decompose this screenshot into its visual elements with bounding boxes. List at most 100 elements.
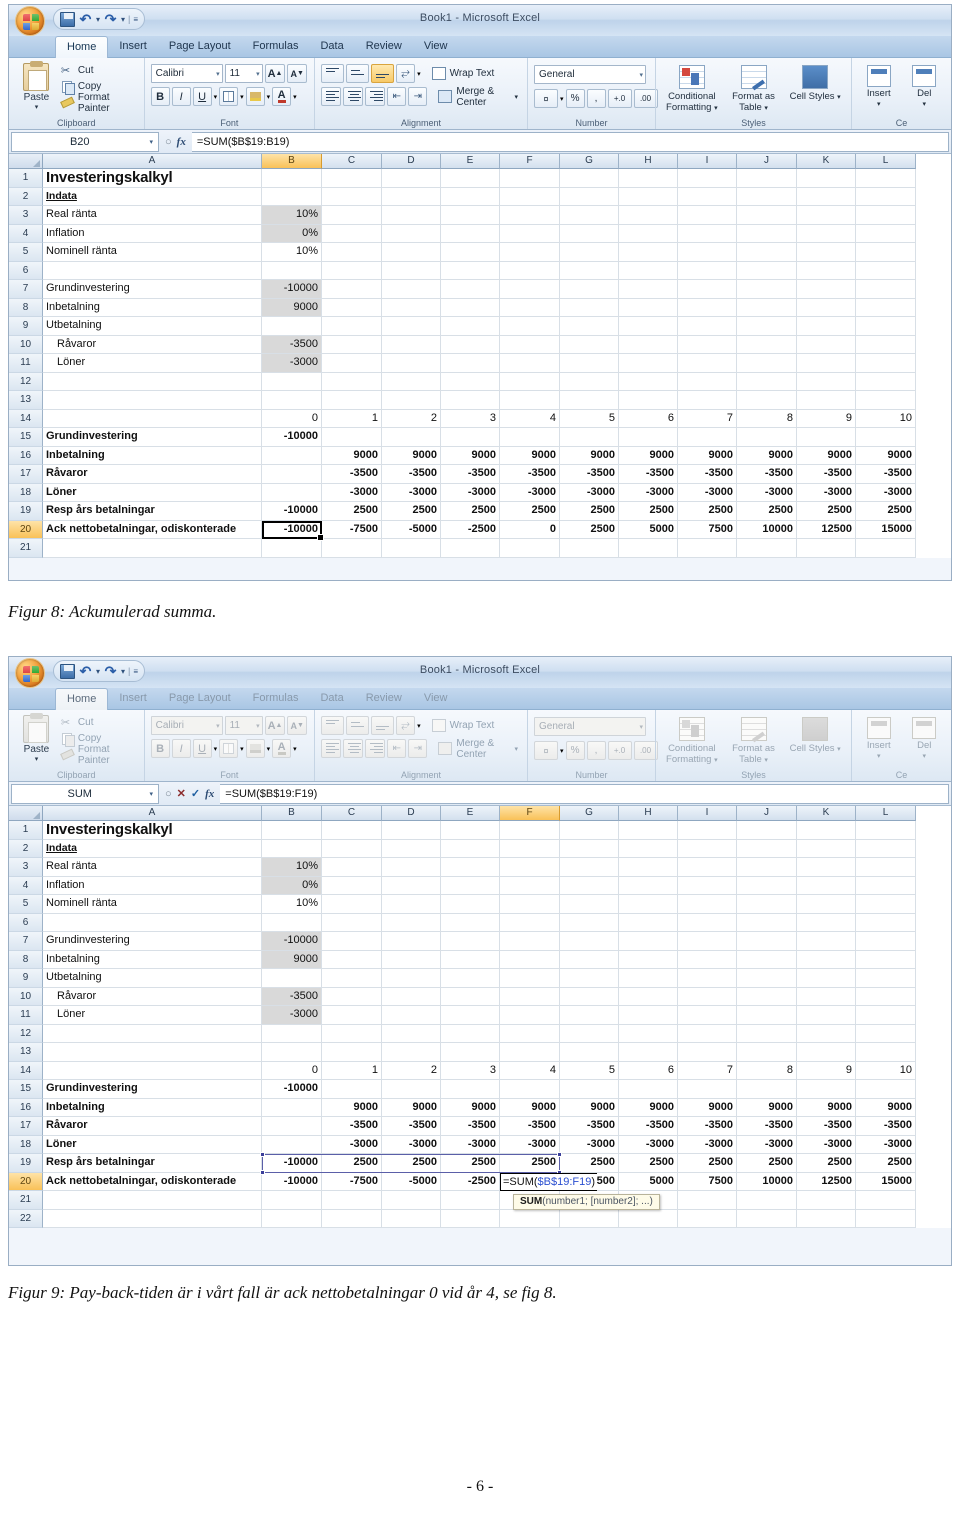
cell-empty[interactable] (500, 839, 560, 858)
cell-empty[interactable] (500, 206, 560, 225)
cell-empty[interactable] (797, 206, 856, 225)
cell-empty[interactable] (619, 950, 678, 969)
column-header-f[interactable]: F (500, 154, 560, 169)
cell-empty[interactable] (43, 1024, 262, 1043)
cell-empty[interactable] (619, 372, 678, 391)
cell-empty[interactable] (382, 372, 441, 391)
cell-empty[interactable] (500, 1043, 560, 1062)
cell-e20[interactable]: -2500 (441, 1172, 500, 1191)
row-header-15[interactable]: 15 (9, 428, 43, 447)
spreadsheet-grid-figure8[interactable]: A B C D E F G H I J K L 1 Investeringskalkyl 2 Indata 3 R… (9, 154, 951, 558)
row-header-11[interactable]: 11 (9, 354, 43, 373)
cell-empty[interactable] (856, 354, 916, 373)
row-header-17[interactable]: 17 (9, 465, 43, 484)
column-header-d[interactable]: D (382, 806, 441, 821)
row-header-3[interactable]: 3 (9, 858, 43, 877)
cell-f14[interactable]: 4 (500, 409, 560, 428)
cell-empty[interactable] (737, 428, 797, 447)
cell-empty[interactable] (797, 1191, 856, 1210)
row-header-19[interactable]: 19 (9, 1154, 43, 1173)
cell-d16[interactable]: 9000 (382, 1098, 441, 1117)
row-header-19[interactable]: 19 (9, 502, 43, 521)
cell-empty[interactable] (737, 539, 797, 558)
cell-l18[interactable]: -3000 (856, 1135, 916, 1154)
cell-empty[interactable] (560, 372, 619, 391)
cell-empty[interactable] (441, 1209, 500, 1228)
cell-empty[interactable] (500, 987, 560, 1006)
column-header-j[interactable]: J (737, 154, 797, 169)
cell-f17[interactable]: -3500 (500, 1117, 560, 1136)
chevron-down-icon[interactable]: ▾ (147, 790, 155, 798)
column-header-b[interactable]: B (262, 154, 322, 169)
cell-empty[interactable] (856, 987, 916, 1006)
italic-button[interactable]: I (171, 87, 191, 106)
cell-f16[interactable]: 9000 (500, 446, 560, 465)
cell-empty[interactable] (262, 446, 322, 465)
font-size-combo[interactable]: 11 ▾ (224, 64, 263, 83)
cell-empty[interactable] (43, 372, 262, 391)
cell-empty[interactable] (856, 298, 916, 317)
cell-e18[interactable]: -3000 (441, 483, 500, 502)
cell-empty[interactable] (797, 243, 856, 262)
cell-empty[interactable] (678, 895, 737, 914)
cell-empty[interactable] (856, 950, 916, 969)
cell-empty[interactable] (322, 428, 382, 447)
cell-empty[interactable] (737, 354, 797, 373)
cell-empty[interactable] (560, 317, 619, 336)
cell-e14[interactable]: 3 (441, 1061, 500, 1080)
row-header-6[interactable]: 6 (9, 913, 43, 932)
cell-empty[interactable] (322, 1191, 382, 1210)
cell-h19[interactable]: 2500 (619, 502, 678, 521)
cell-empty[interactable] (441, 354, 500, 373)
cell-empty[interactable] (619, 224, 678, 243)
cell-empty[interactable] (737, 932, 797, 951)
cell-c18[interactable]: -3000 (322, 483, 382, 502)
cell-empty[interactable] (619, 987, 678, 1006)
cell-empty[interactable] (43, 1043, 262, 1062)
row-header-18[interactable]: 18 (9, 483, 43, 502)
cell-a15[interactable]: Grundinvestering (43, 1080, 262, 1099)
cell-empty[interactable] (619, 317, 678, 336)
cell-b4[interactable]: 0% (262, 876, 322, 895)
cell-k17[interactable]: -3500 (797, 465, 856, 484)
cell-empty[interactable] (500, 1080, 560, 1099)
column-header-l[interactable]: L (856, 154, 916, 169)
cell-empty[interactable] (856, 1043, 916, 1062)
cell-a2[interactable]: Indata (43, 839, 262, 858)
align-left-button[interactable] (321, 87, 342, 106)
cell-empty[interactable] (737, 1209, 797, 1228)
chevron-down-icon[interactable]: ▾ (858, 99, 900, 110)
column-header-h[interactable]: H (619, 154, 678, 169)
cell-empty[interactable] (678, 821, 737, 840)
cell-empty[interactable] (560, 1024, 619, 1043)
cell-empty[interactable] (382, 1006, 441, 1025)
cell-empty[interactable] (797, 913, 856, 932)
cell-empty[interactable] (678, 206, 737, 225)
cell-b11[interactable]: -3000 (262, 1006, 322, 1025)
cell-a11[interactable]: Löner (43, 354, 262, 373)
cell-empty[interactable] (797, 987, 856, 1006)
cell-g19[interactable]: 2500 (560, 502, 619, 521)
cell-empty[interactable] (322, 261, 382, 280)
chevron-down-icon[interactable]: ▾ (253, 70, 260, 78)
cell-empty[interactable] (737, 169, 797, 188)
cell-g17[interactable]: -3500 (560, 465, 619, 484)
cell-k20[interactable]: 12500 (797, 1172, 856, 1191)
cell-empty[interactable] (678, 335, 737, 354)
cell-empty[interactable] (797, 858, 856, 877)
row-header-21[interactable]: 21 (9, 1191, 43, 1210)
align-bottom-button[interactable] (371, 64, 395, 83)
cell-empty[interactable] (441, 950, 500, 969)
comma-style-button[interactable]: , (586, 89, 606, 108)
cell-empty[interactable] (856, 428, 916, 447)
cell-empty[interactable] (856, 335, 916, 354)
cell-empty[interactable] (322, 224, 382, 243)
column-header-i[interactable]: I (678, 806, 737, 821)
row-header-18[interactable]: 18 (9, 1135, 43, 1154)
chevron-down-icon[interactable]: ▾ (837, 94, 841, 101)
cell-c17[interactable]: -3500 (322, 465, 382, 484)
merge-center-button[interactable]: Merge & Center ▾ (435, 86, 521, 108)
cell-empty[interactable] (262, 261, 322, 280)
cell-empty[interactable] (856, 391, 916, 410)
cell-empty[interactable] (737, 372, 797, 391)
